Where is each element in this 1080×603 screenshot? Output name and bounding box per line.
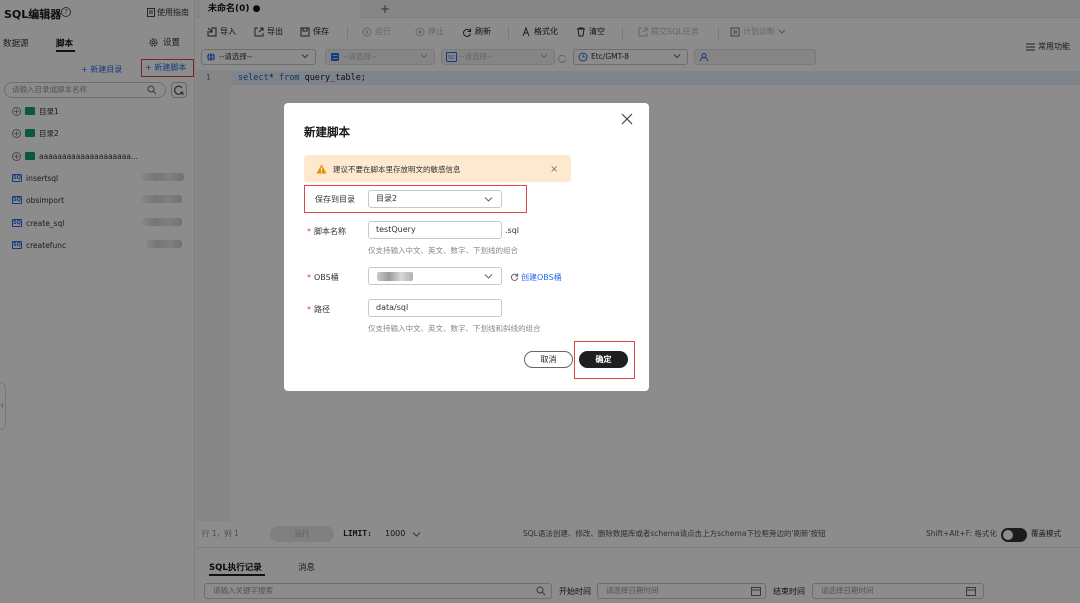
script-name-label: * 脚本名称 xyxy=(307,226,346,237)
chevron-down-icon xyxy=(484,197,493,202)
save-directory-value: 目录2 xyxy=(376,194,398,203)
required-mark: * xyxy=(307,227,311,236)
required-mark: * xyxy=(307,273,311,282)
path-input[interactable]: data/sql xyxy=(368,299,502,317)
obs-bucket-label: * OBS桶 xyxy=(307,272,339,283)
script-name-input[interactable]: testQuery xyxy=(368,221,502,239)
script-name-label-text: 脚本名称 xyxy=(314,227,346,236)
save-directory-label: 保存到目录 xyxy=(315,195,355,204)
warning-text: 建议不要在脚本里存放明文的敏感信息 xyxy=(333,165,461,174)
redacted-text xyxy=(377,272,413,281)
script-name-suffix: .sql xyxy=(505,226,520,235)
warning-icon xyxy=(316,164,327,174)
confirm-button[interactable]: 确定 xyxy=(579,351,628,368)
dialog-title: 新建脚本 xyxy=(304,125,350,139)
save-directory-select[interactable]: 目录2 xyxy=(368,190,502,208)
refresh-icon[interactable] xyxy=(510,272,519,281)
close-icon[interactable] xyxy=(621,113,633,125)
cancel-button[interactable]: 取消 xyxy=(524,351,573,368)
required-mark: * xyxy=(307,305,311,314)
obs-bucket-select[interactable] xyxy=(368,267,502,285)
create-obs-bucket-link[interactable]: 创建OBS桶 xyxy=(521,272,562,283)
script-name-hint: 仅支持输入中文、英文、数字、下划线的组合 xyxy=(368,246,518,255)
path-hint: 仅支持输入中文、英文、数字、下划线和斜线的组合 xyxy=(368,324,541,333)
warning-close-icon[interactable]: × xyxy=(550,164,558,175)
obs-bucket-label-text: OBS桶 xyxy=(314,273,339,282)
path-label-text: 路径 xyxy=(314,305,330,314)
chevron-down-icon xyxy=(484,274,493,279)
path-label: * 路径 xyxy=(307,304,330,315)
